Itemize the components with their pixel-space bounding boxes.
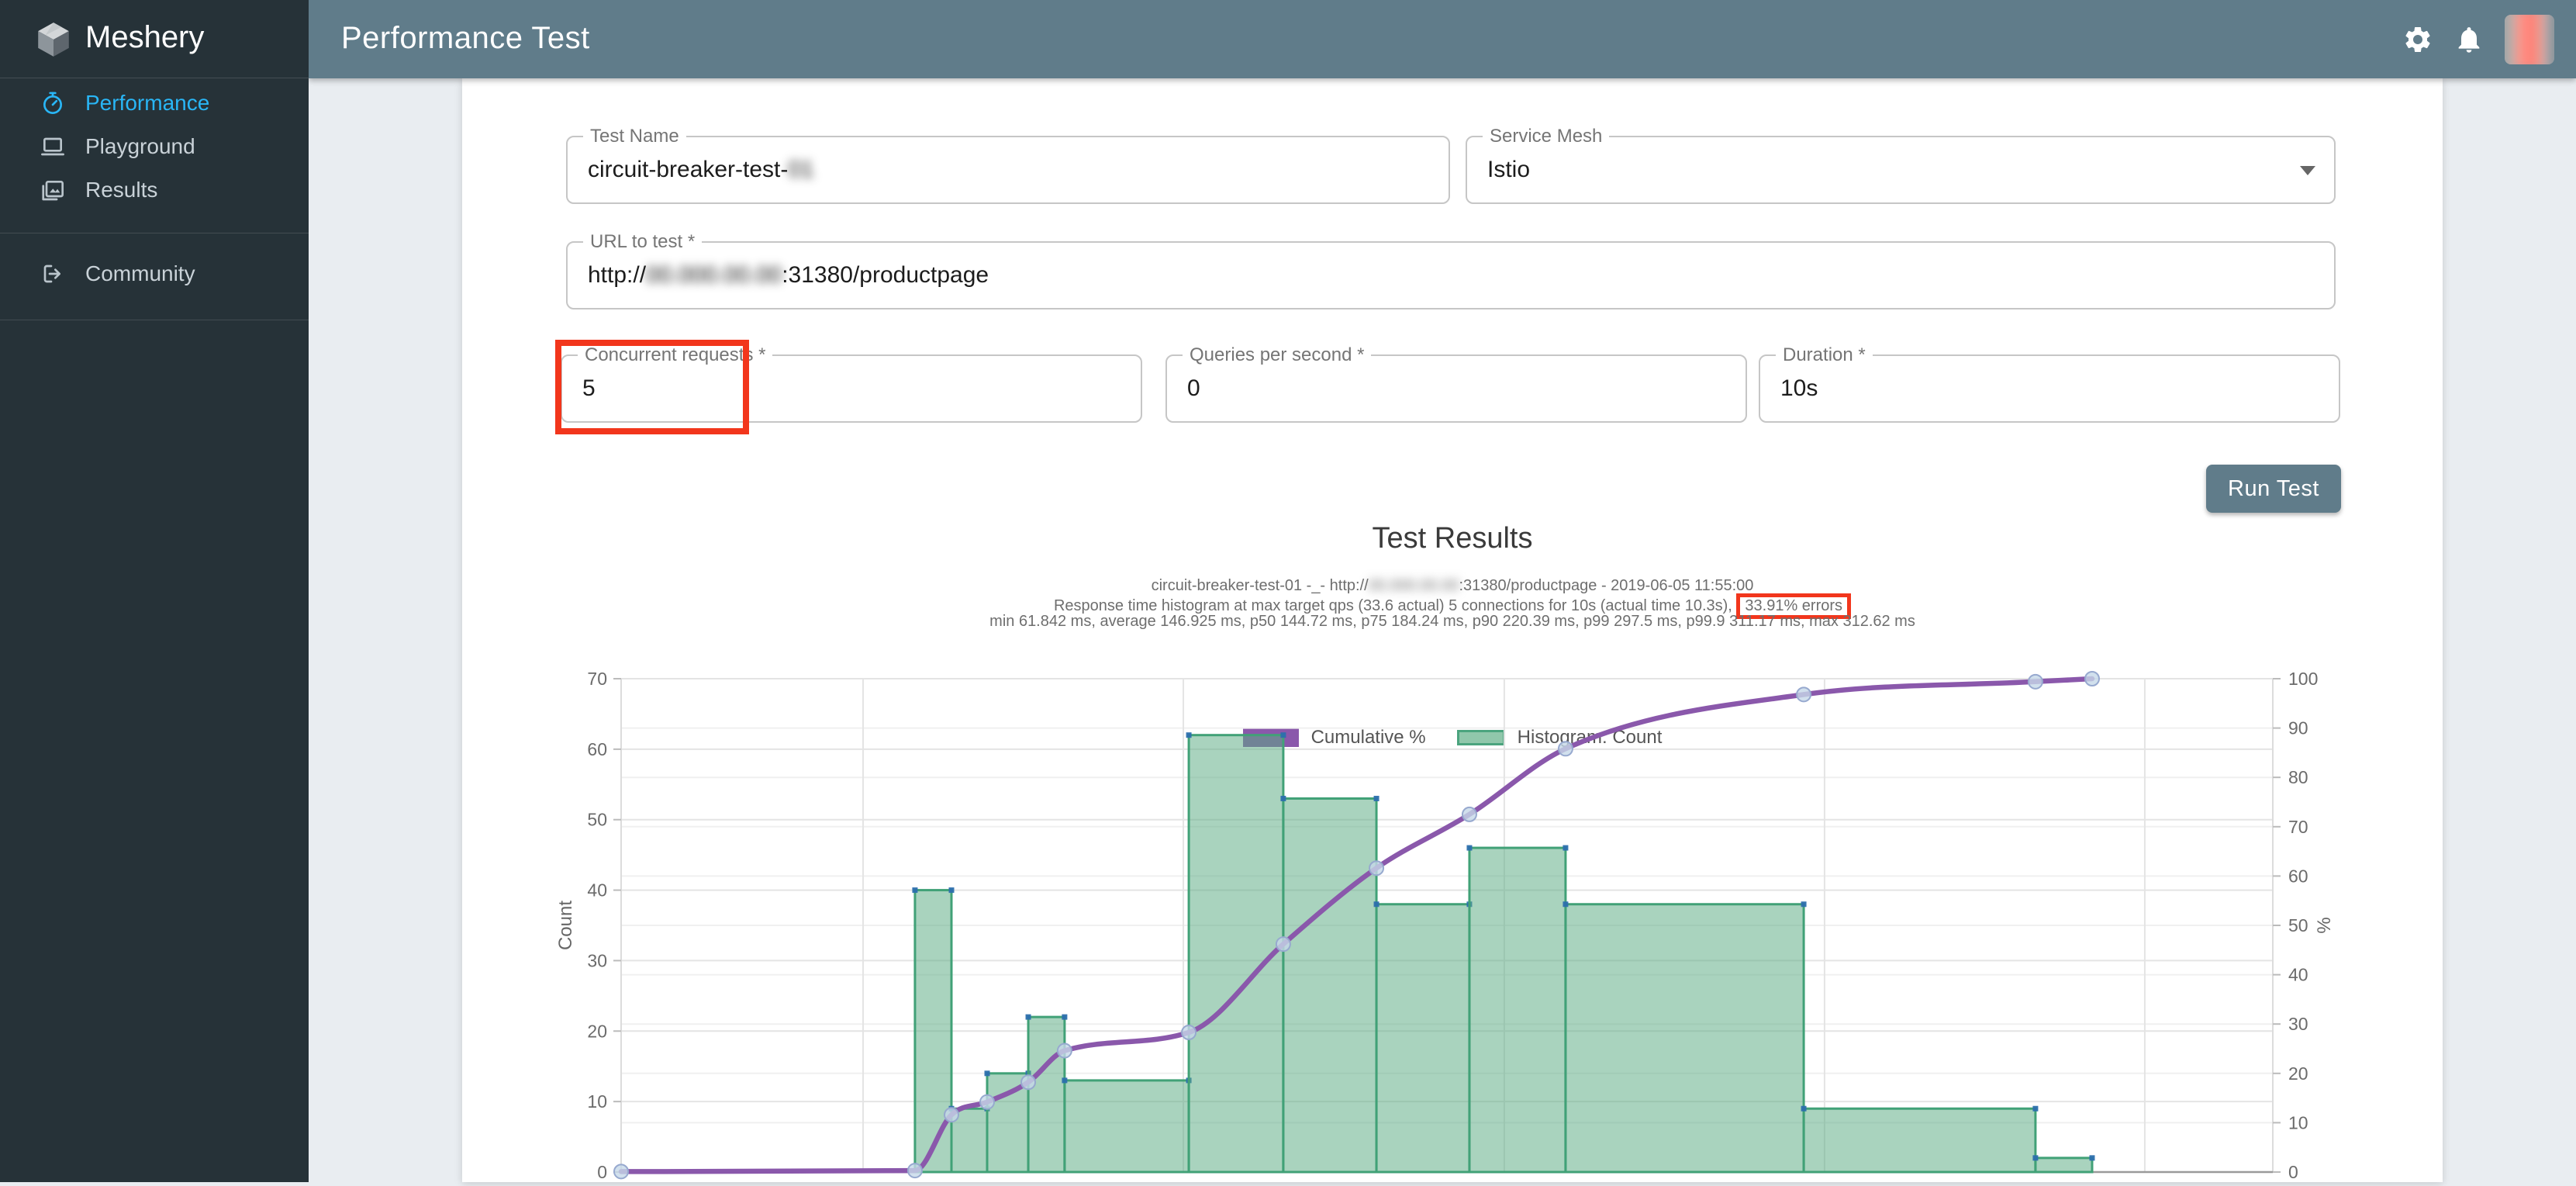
brand[interactable]: Meshery bbox=[0, 0, 309, 78]
svg-text:40: 40 bbox=[2288, 965, 2308, 985]
svg-text:90: 90 bbox=[2288, 718, 2308, 738]
content-paper: Test Name circuit-breaker-test-01 Servic… bbox=[462, 78, 2443, 1182]
blurred-ip: 00.000.00.00 bbox=[1369, 577, 1459, 594]
svg-text:20: 20 bbox=[2288, 1063, 2308, 1084]
page-title: Performance Test bbox=[341, 21, 590, 56]
test-results-chart: 0 10 20 30 40 50 60 70 0 10 20 30 40 50 60 70 80 90 100 Cou… bbox=[535, 666, 2353, 1182]
svg-text:Count: Count bbox=[555, 901, 576, 950]
test-name-field[interactable]: Test Name circuit-breaker-test-01 bbox=[566, 136, 1450, 204]
histogram-cumulative-chart: 0 10 20 30 40 50 60 70 0 10 20 30 40 50 60 70 80 90 100 Cou… bbox=[535, 666, 2353, 1182]
concurrent-requests-field[interactable]: Concurrent requests * 5 bbox=[561, 354, 1142, 423]
concurrent-requests-label: Concurrent requests * bbox=[578, 344, 772, 366]
results-image-icon bbox=[40, 178, 65, 202]
app-bar: Performance Test bbox=[309, 0, 2576, 78]
user-avatar[interactable] bbox=[2505, 15, 2554, 64]
avatar-blurred-image bbox=[2505, 15, 2554, 64]
svg-text:20: 20 bbox=[587, 1021, 607, 1041]
svg-text:60: 60 bbox=[2288, 866, 2308, 886]
sidebar-item-community[interactable]: Community bbox=[0, 251, 309, 295]
result-caption-line3: min 61.842 ms, average 146.925 ms, p50 1… bbox=[462, 612, 2443, 631]
svg-text:%: % bbox=[2314, 917, 2335, 933]
url-label: URL to test * bbox=[583, 231, 702, 253]
service-mesh-select[interactable]: Service Mesh Istio bbox=[1466, 136, 2336, 204]
sidebar: Meshery Performance Playground Results bbox=[0, 0, 309, 1182]
page-gutter-left bbox=[309, 78, 462, 1182]
concurrent-requests-value: 5 bbox=[582, 375, 596, 402]
sidebar-item-playground[interactable]: Playground bbox=[0, 124, 309, 168]
svg-text:60: 60 bbox=[587, 739, 607, 759]
queries-per-second-field[interactable]: Queries per second * 0 bbox=[1165, 354, 1747, 423]
service-mesh-value: Istio bbox=[1487, 157, 1530, 183]
chevron-down-icon bbox=[2300, 166, 2315, 175]
duration-field[interactable]: Duration * 10s bbox=[1759, 354, 2340, 423]
url-to-test-field[interactable]: URL to test * http://00.000.00.00:31380/… bbox=[566, 241, 2336, 309]
service-mesh-label: Service Mesh bbox=[1483, 126, 1609, 147]
url-value: http://00.000.00.00:31380/productpage bbox=[588, 262, 989, 289]
svg-text:10: 10 bbox=[2288, 1112, 2308, 1132]
sidebar-item-label: Results bbox=[85, 178, 157, 202]
meshery-app: Meshery Performance Playground Results bbox=[0, 0, 2576, 1182]
settings-gear-icon[interactable] bbox=[2402, 24, 2433, 55]
notifications-bell-icon[interactable] bbox=[2453, 24, 2484, 55]
run-test-button[interactable]: Run Test bbox=[2206, 465, 2341, 513]
svg-text:50: 50 bbox=[587, 810, 607, 830]
svg-text:30: 30 bbox=[587, 950, 607, 970]
sidebar-item-performance[interactable]: Performance bbox=[0, 81, 309, 124]
page-gutter-right bbox=[2443, 78, 2576, 1182]
svg-text:100: 100 bbox=[2288, 669, 2318, 689]
blurred-text: 01 bbox=[788, 157, 813, 182]
app-bar-actions bbox=[2402, 0, 2554, 78]
laptop-icon bbox=[40, 134, 65, 159]
stopwatch-icon bbox=[40, 91, 65, 116]
svg-text:10: 10 bbox=[587, 1091, 607, 1112]
svg-text:70: 70 bbox=[587, 669, 607, 689]
result-caption-line1: circuit-breaker-test-01 -_- http://00.00… bbox=[462, 576, 2443, 595]
svg-text:70: 70 bbox=[2288, 817, 2308, 837]
sidebar-item-label: Community bbox=[85, 261, 195, 286]
exit-to-app-icon bbox=[40, 261, 65, 286]
sidebar-item-label: Performance bbox=[85, 91, 209, 116]
meshery-logo-icon bbox=[34, 20, 73, 59]
svg-text:40: 40 bbox=[587, 880, 607, 901]
test-results-heading: Test Results bbox=[462, 522, 2443, 555]
svg-text:80: 80 bbox=[2288, 767, 2308, 787]
svg-text:30: 30 bbox=[2288, 1014, 2308, 1034]
test-name-value: circuit-breaker-test-01 bbox=[588, 157, 814, 183]
duration-value: 10s bbox=[1780, 375, 1818, 402]
test-name-label: Test Name bbox=[583, 126, 686, 147]
svg-text:0: 0 bbox=[597, 1162, 607, 1182]
brand-name: Meshery bbox=[85, 20, 204, 55]
sidebar-item-results[interactable]: Results bbox=[0, 168, 309, 211]
svg-text:0: 0 bbox=[2288, 1162, 2298, 1182]
svg-text:50: 50 bbox=[2288, 915, 2308, 935]
duration-label: Duration * bbox=[1776, 344, 1873, 366]
sidebar-item-label: Playground bbox=[85, 134, 195, 159]
qps-value: 0 bbox=[1187, 375, 1200, 402]
blurred-ip: 00.000.00.00 bbox=[646, 262, 782, 288]
qps-label: Queries per second * bbox=[1183, 344, 1371, 366]
